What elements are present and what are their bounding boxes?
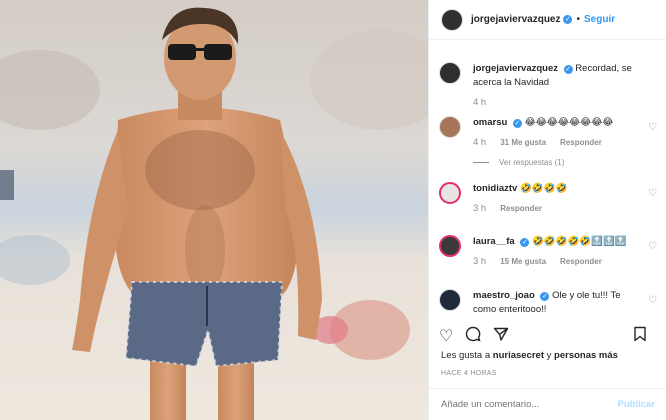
comment-time[interactable]: 3 h — [473, 202, 486, 216]
separator-dot: • — [576, 14, 580, 25]
reply-button[interactable]: Responder — [500, 202, 542, 216]
post-modal: jorgejaviervazquez ✓ • Seguir jorgejavie… — [0, 0, 666, 420]
comment-time[interactable]: 3 h — [473, 255, 486, 269]
caption: jorgejaviervazquez ✓ Recordad, se acerca… — [439, 62, 661, 110]
verified-badge-icon: ✓ — [540, 292, 550, 301]
author-avatar[interactable] — [441, 8, 463, 31]
verified-badge-icon: ✓ — [512, 119, 522, 128]
comment-likes[interactable]: 31 Me gusta — [500, 136, 546, 150]
share-icon[interactable] — [493, 326, 509, 347]
commenter-avatar[interactable] — [439, 182, 461, 204]
add-comment-bar: Publicar — [429, 388, 666, 420]
photo-illustration — [0, 0, 428, 420]
replies-line — [473, 162, 489, 163]
comments-panel: jorgejaviervazquez ✓ • Seguir jorgejavie… — [428, 0, 666, 420]
commenter-avatar[interactable] — [439, 235, 461, 257]
post-photo[interactable] — [0, 0, 428, 420]
comment-item: maestro_joao ✓ Ole y ole tu!!! Te como e… — [439, 289, 661, 317]
likes-summary: Les gusta a nuriasecret y personas más — [441, 350, 618, 361]
comment-text: 🤣🤣🤣🤣 — [519, 183, 568, 194]
post-header: jorgejaviervazquez ✓ • Seguir — [429, 0, 666, 40]
comment-item: tonidiaztv 🤣🤣🤣🤣 3 h Responder ♡ — [439, 182, 661, 216]
verified-badge-icon: ✓ — [520, 238, 530, 247]
likes-others-link[interactable]: personas más — [554, 350, 618, 361]
follow-button[interactable]: Seguir — [584, 14, 615, 25]
comment-item: laura__fa ✓ 🤣🤣🤣🤣🤣🔝🔝🔝 3 h 15 Me gusta Res… — [439, 235, 661, 269]
reply-button[interactable]: Responder — [560, 136, 602, 150]
likes-user-link[interactable]: nuriasecret — [493, 350, 544, 361]
comment-text: 😂😂😂😂😂😂😂😂 — [524, 117, 614, 128]
verified-badge-icon: ✓ — [563, 65, 573, 74]
comment-item: omarsu ✓ 😂😂😂😂😂😂😂😂 4 h 31 Me gusta Respon… — [439, 116, 661, 167]
likes-prefix: Les gusta a — [441, 350, 491, 361]
like-comment-heart-icon[interactable]: ♡ — [648, 122, 657, 133]
caption-time[interactable]: 4 h — [473, 96, 486, 110]
comment-input[interactable] — [441, 399, 618, 410]
view-replies-button[interactable]: Ver respuestas (1) — [473, 158, 661, 167]
publish-button[interactable]: Publicar — [618, 399, 656, 410]
comment-username[interactable]: maestro_joao — [473, 290, 535, 301]
like-comment-heart-icon[interactable]: ♡ — [648, 295, 657, 306]
comment-username[interactable]: omarsu — [473, 117, 507, 128]
caption-username[interactable]: jorgejaviervazquez — [473, 63, 558, 74]
comment-time[interactable]: 4 h — [473, 136, 486, 150]
view-replies-label: Ver respuestas (1) — [499, 158, 565, 167]
reply-button[interactable]: Responder — [560, 255, 602, 269]
posted-time[interactable]: HACE 4 HORAS — [441, 370, 497, 377]
comment-text: 🤣🤣🤣🤣🤣🔝🔝🔝 — [532, 236, 627, 247]
author-username[interactable]: jorgejaviervazquez — [471, 14, 560, 25]
comment-likes[interactable]: 15 Me gusta — [500, 255, 546, 269]
comment-username[interactable]: laura__fa — [473, 236, 515, 247]
like-comment-heart-icon[interactable]: ♡ — [648, 241, 657, 252]
likes-connector: y — [546, 350, 552, 361]
commenter-avatar[interactable] — [439, 116, 461, 138]
commenter-avatar[interactable] — [439, 289, 461, 311]
like-comment-heart-icon[interactable]: ♡ — [648, 188, 657, 199]
comment-bubble-icon[interactable] — [465, 326, 481, 347]
comment-username[interactable]: tonidiaztv — [473, 183, 517, 194]
like-heart-icon[interactable]: ♡ — [439, 328, 453, 346]
caption-avatar[interactable] — [439, 62, 461, 84]
verified-badge-icon: ✓ — [563, 15, 573, 24]
bookmark-icon[interactable] — [633, 326, 647, 347]
post-actions: ♡ — [439, 326, 661, 347]
